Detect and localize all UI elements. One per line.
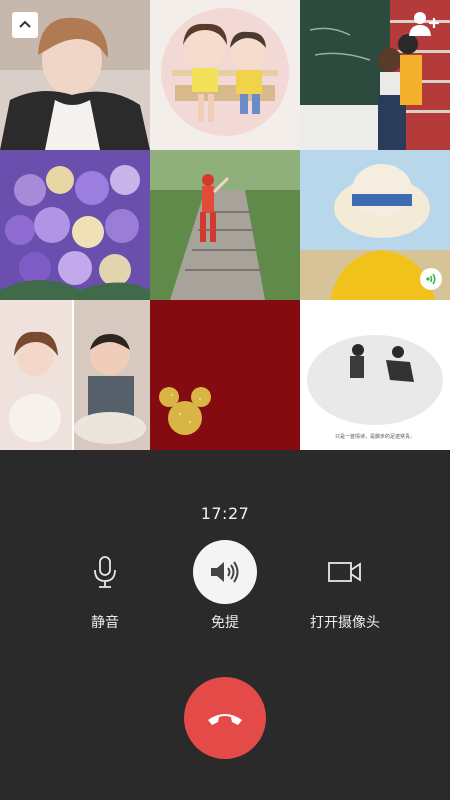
participant-tile-9[interactable]: 只是一首情诗，是脚步的足迹常青。 — [300, 300, 450, 450]
participant-tile-7[interactable] — [0, 300, 150, 450]
camera-control[interactable]: 打开摄像头 — [275, 540, 415, 632]
participant-8-avatar — [150, 300, 300, 450]
participant-tile-4[interactable] — [0, 150, 150, 300]
participant-9-avatar — [300, 300, 450, 450]
call-timer: 17:27 — [200, 504, 250, 523]
chevron-up-icon — [19, 20, 31, 28]
speaker-label: 免提 — [211, 615, 239, 631]
mute-button[interactable] — [73, 540, 137, 604]
hang-up-button[interactable] — [184, 677, 266, 759]
photo-caption: 只是一首情诗，是脚步的足迹常青。 — [334, 434, 415, 440]
participant-tile-1[interactable] — [0, 0, 150, 150]
camera-button[interactable] — [313, 540, 377, 604]
add-member-button[interactable] — [408, 10, 440, 38]
participant-tile-2[interactable] — [150, 0, 300, 150]
participant-tile-8[interactable] — [150, 300, 300, 450]
speaking-indicator — [420, 268, 442, 290]
participant-4-avatar — [0, 150, 150, 300]
phone-hangup-icon — [208, 714, 242, 725]
speaker-button[interactable] — [193, 540, 257, 604]
camera-label: 打开摄像头 — [310, 615, 380, 631]
participant-2-avatar — [150, 0, 300, 150]
participant-tile-3[interactable] — [300, 0, 450, 150]
speaker-icon — [211, 561, 239, 583]
microphone-icon — [94, 556, 116, 588]
participant-tile-6[interactable] — [300, 150, 450, 300]
voice-wave-icon — [426, 273, 436, 285]
participant-grid: 只是一首情诗，是脚步的足迹常青。 — [0, 0, 450, 450]
mute-label: 静音 — [91, 615, 119, 631]
participant-7-avatar — [0, 300, 150, 450]
participant-tile-5[interactable] — [150, 150, 300, 300]
collapse-button[interactable] — [12, 12, 38, 38]
video-camera-icon — [328, 562, 361, 582]
add-person-icon — [409, 12, 439, 36]
speaker-control[interactable]: 免提 — [155, 540, 295, 632]
mute-control[interactable]: 静音 — [35, 540, 175, 632]
participant-5-avatar — [150, 150, 300, 300]
